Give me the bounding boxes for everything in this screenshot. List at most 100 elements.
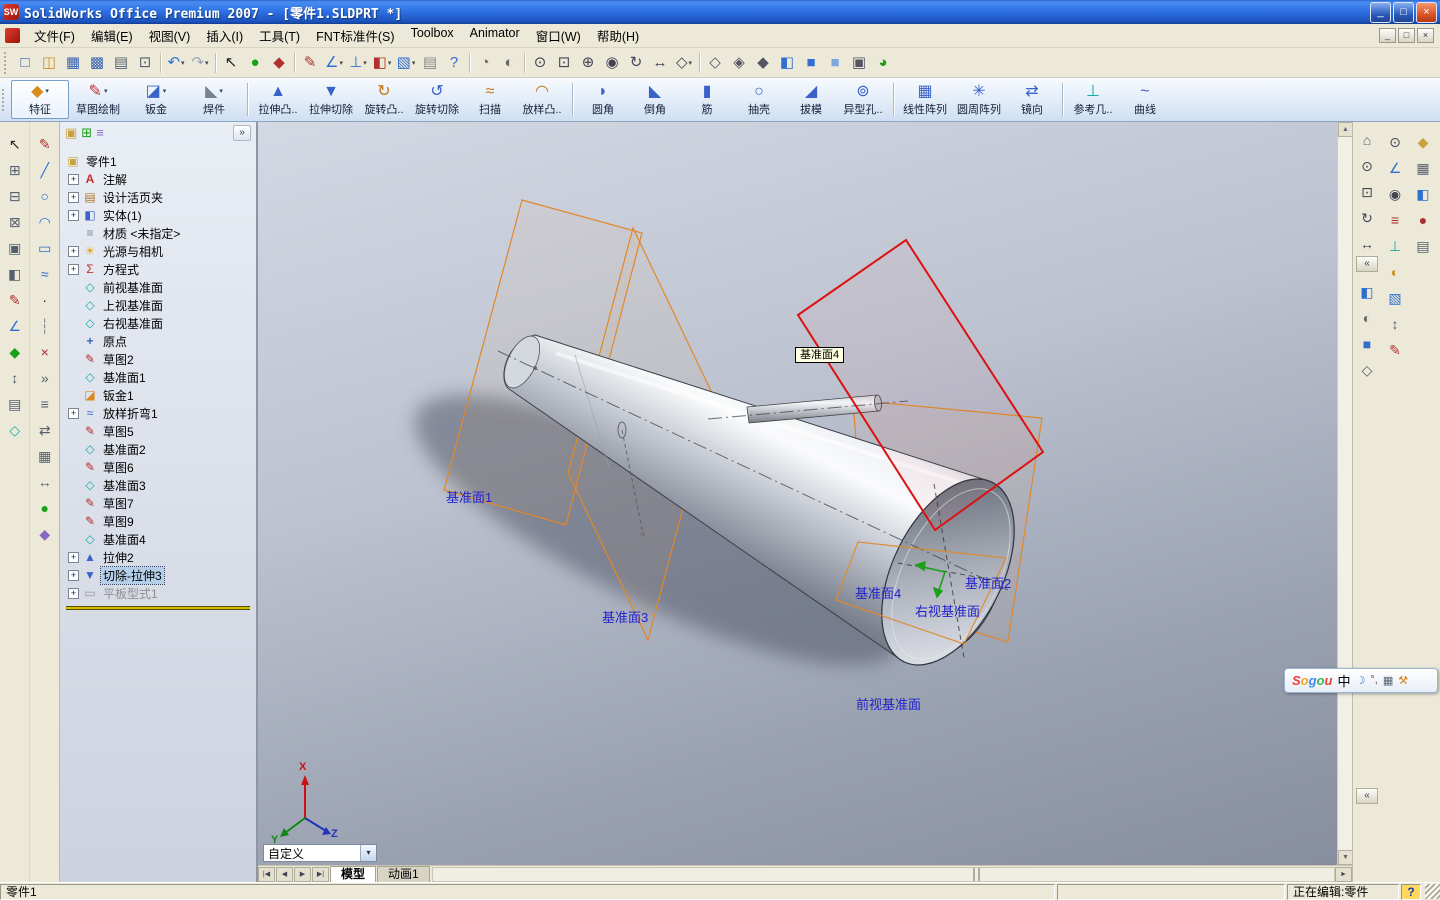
splitter-handle[interactable]: [972, 867, 980, 881]
hidden-lines-removed-icon[interactable]: ◆: [751, 51, 775, 75]
photoworks-icon[interactable]: ◐: [497, 51, 521, 75]
assembly-icon[interactable]: ▧ ▾: [394, 51, 418, 75]
rebuild-icon[interactable]: ●: [243, 51, 267, 75]
section-view-icon[interactable]: ◧: [775, 51, 799, 75]
relations-icon[interactable]: ⊥ ▾: [346, 51, 370, 75]
sketch-icon[interactable]: ✎: [33, 132, 57, 156]
tree-item-cut-extrude3[interactable]: + 切除-拉伸3: [60, 565, 256, 585]
print-icon[interactable]: ▤: [109, 51, 133, 75]
menu-item[interactable]: 窗口(W): [528, 23, 589, 48]
move-entities-icon[interactable]: ↔: [33, 470, 57, 494]
toolbar-separator[interactable]: [466, 51, 473, 75]
shell-button[interactable]: ○ 抽壳: [733, 81, 785, 118]
reference-geometry-icon[interactable]: ⊥: [1383, 234, 1407, 258]
tree-item-annotations[interactable]: + 注解: [60, 170, 256, 188]
table-tool-icon[interactable]: ▤: [3, 392, 27, 416]
help-icon[interactable]: ?: [442, 51, 466, 75]
dropdown-arrow-icon[interactable]: ▾: [388, 59, 392, 67]
punctuation-icon[interactable]: °,: [1370, 674, 1377, 687]
print-preview-icon[interactable]: ⊡: [133, 51, 157, 75]
options-icon[interactable]: ◆: [267, 51, 291, 75]
curves-button[interactable]: ~ 曲线: [1119, 81, 1171, 118]
select-icon[interactable]: ↖: [219, 51, 243, 75]
tree-item-sheetmetal1[interactable]: 钣金1: [60, 386, 256, 404]
extrude-cut-button[interactable]: ▼ 拉伸切除: [304, 81, 358, 118]
wireframe-icon[interactable]: ◇: [703, 51, 727, 75]
lasso-icon[interactable]: ⊟: [3, 184, 27, 208]
label-plane4[interactable]: 基准面4: [855, 583, 901, 602]
wireframe-icon[interactable]: ◇: [1355, 358, 1379, 382]
shaded-icon[interactable]: ■: [823, 51, 847, 75]
feature-palette-icon[interactable]: ◆: [1411, 130, 1435, 154]
search-icon[interactable]: ●: [1411, 208, 1435, 232]
tree-item-sketch9[interactable]: 草图9: [60, 512, 256, 530]
tree-item-plane4[interactable]: 基准面4: [60, 530, 256, 548]
tab-features[interactable]: ◆ ▾ 特征: [11, 80, 69, 119]
mdi-minimize-button[interactable]: _: [1379, 28, 1396, 43]
pan-icon[interactable]: ↔: [648, 51, 672, 75]
menu-item[interactable]: 工具(T): [251, 23, 308, 48]
dropdown-arrow-icon[interactable]: ▾: [45, 87, 49, 95]
hole-wizard-button[interactable]: ⊚ 异型孔..: [837, 81, 889, 118]
reference-geometry-button[interactable]: ⊥ 参考几..: [1067, 81, 1119, 118]
menu-item[interactable]: FNT标准件(S): [308, 23, 402, 48]
select-tool-icon[interactable]: ↖: [3, 132, 27, 156]
expand-toggle[interactable]: +: [68, 191, 79, 203]
toolbar-grip[interactable]: [2, 88, 7, 111]
scroll-down-button[interactable]: ▼: [1338, 850, 1353, 865]
file-explorer-icon[interactable]: ◧: [1411, 182, 1435, 206]
cm-divider[interactable]: [247, 83, 248, 116]
tab-sheet-metal[interactable]: ◪ ▾ 钣金: [127, 81, 185, 118]
zoom-to-fit-icon[interactable]: ⊙: [528, 51, 552, 75]
propertymanager-tab-icon[interactable]: ⊞: [81, 125, 92, 141]
tree-item-part-root[interactable]: 零件1: [60, 152, 256, 170]
input-mode-toggle[interactable]: 中: [1337, 671, 1350, 690]
angle-icon[interactable]: ∠: [1383, 156, 1407, 180]
graphics-viewport[interactable]: 基准面4 基准面1 基准面3 基准面4 基准面2 右视基准面 前视基准面 X Y…: [258, 122, 1337, 865]
toolbar-separator[interactable]: [212, 51, 219, 75]
dimension-icon[interactable]: ∠ ▾: [322, 51, 346, 75]
rectangle-icon[interactable]: ▭: [33, 236, 57, 260]
expand-toggle[interactable]: +: [68, 245, 79, 257]
toolbar-separator[interactable]: [157, 51, 164, 75]
expand-toggle[interactable]: +: [68, 407, 79, 419]
close-button[interactable]: ×: [1416, 1, 1437, 23]
shaded-with-edges-icon[interactable]: ■: [799, 51, 823, 75]
move-tool-icon[interactable]: ↕: [3, 366, 27, 390]
tree-item-origin[interactable]: 原点: [60, 332, 256, 350]
mdi-close-button[interactable]: ×: [1417, 28, 1434, 43]
collapse-panel-button[interactable]: «: [1356, 256, 1378, 272]
tree-item-solid-bodies[interactable]: + 实体(1): [60, 206, 256, 224]
zoom-in-out-icon[interactable]: ⊕: [576, 51, 600, 75]
linear-pattern-button[interactable]: ▦ 线性阵列: [898, 81, 952, 118]
zoom-to-area-icon[interactable]: ⊡: [1355, 180, 1379, 204]
filter-icon[interactable]: ⊠: [3, 210, 27, 234]
measure-icon[interactable]: ⊙: [1383, 130, 1407, 154]
dropdown-arrow-icon[interactable]: ▾: [363, 59, 367, 67]
horizontal-scrollbar[interactable]: [431, 866, 1335, 882]
tab-sketch[interactable]: ✎ ▾ 草图绘制: [69, 81, 127, 118]
dropdown-arrow-icon[interactable]: ▾: [689, 59, 693, 67]
circle-icon[interactable]: ○: [33, 184, 57, 208]
scroll-right-button[interactable]: ►: [1335, 866, 1352, 882]
menu-item[interactable]: Animator: [462, 23, 528, 48]
tab-first-button[interactable]: |◀: [258, 866, 275, 882]
design-library-icon[interactable]: ▦: [1411, 156, 1435, 180]
redo-icon[interactable]: ↷ ▾: [188, 51, 212, 75]
tree-item-plane1[interactable]: 基准面1: [60, 368, 256, 386]
save-icon[interactable]: ▦: [61, 51, 85, 75]
trim-icon[interactable]: ×: [33, 340, 57, 364]
section-view-icon[interactable]: ◧: [1355, 280, 1379, 304]
part-cube-icon[interactable]: ◧ ▾: [370, 51, 394, 75]
texture-icon[interactable]: ▧: [1383, 286, 1407, 310]
cm-divider[interactable]: [1062, 83, 1063, 116]
tab-model[interactable]: 模型: [330, 866, 377, 882]
extrude-boss-button[interactable]: ▲ 拉伸凸..: [252, 81, 304, 118]
curvature-icon[interactable]: ◕: [871, 51, 895, 75]
tree-item-lights-cameras[interactable]: + 光源与相机: [60, 242, 256, 260]
drawing-sheet-icon[interactable]: ▤: [418, 51, 442, 75]
linear-sketch-pattern-icon[interactable]: ▦: [33, 444, 57, 468]
arc-icon[interactable]: ◠: [33, 210, 57, 234]
label-plane2[interactable]: 基准面2: [965, 573, 1011, 592]
scroll-up-button[interactable]: ▲: [1338, 122, 1353, 137]
